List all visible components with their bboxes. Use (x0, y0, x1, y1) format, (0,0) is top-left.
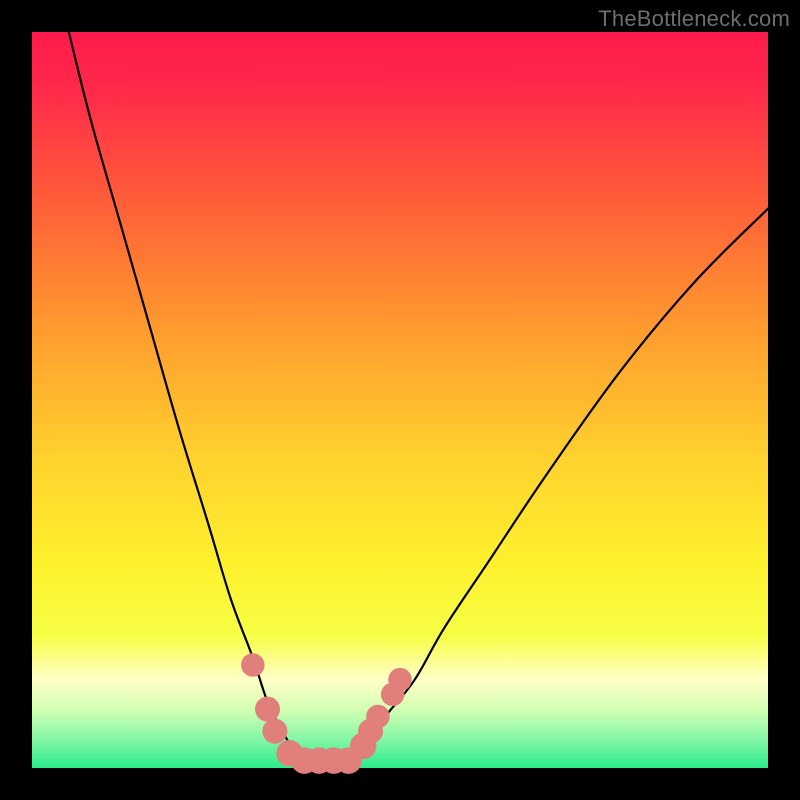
outer-frame: TheBottleneck.com (0, 0, 800, 800)
watermark-text: TheBottleneck.com (598, 6, 790, 32)
data-marker (255, 697, 280, 722)
curve-layer (32, 32, 768, 768)
data-marker (241, 653, 265, 677)
data-marker (262, 719, 287, 744)
bottleneck-curve (69, 32, 768, 762)
data-marker (388, 668, 412, 692)
data-marker (366, 705, 390, 729)
plot-area (32, 32, 768, 768)
